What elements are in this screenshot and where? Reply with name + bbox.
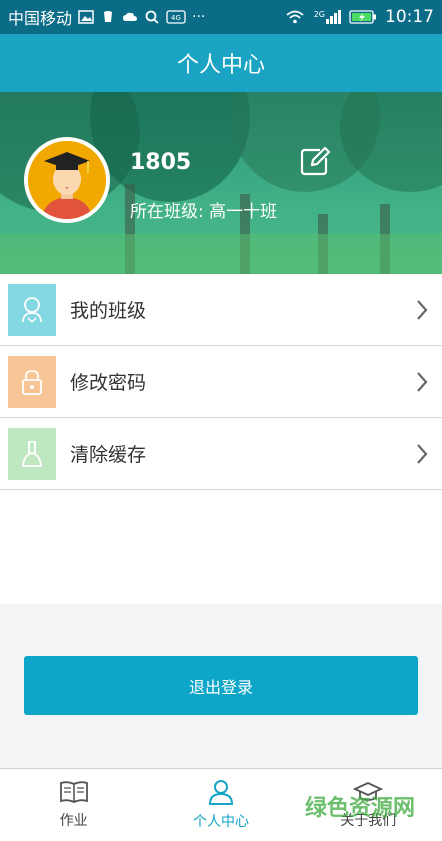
sim-card-icon: 4G [166, 10, 186, 24]
settings-menu: 我的班级 修改密码 清除缓存 [0, 274, 442, 490]
edit-profile-button[interactable] [298, 144, 332, 178]
brush-icon [8, 427, 56, 480]
class-icon [8, 283, 56, 336]
more-notifications-icon: ··· [192, 9, 206, 25]
grass [0, 234, 442, 274]
menu-item-label: 修改密码 [70, 372, 147, 394]
chevron-right-icon [402, 443, 442, 465]
person-icon [208, 780, 233, 805]
menu-item-label: 清除缓存 [70, 444, 147, 466]
app-notification-icon [104, 11, 113, 22]
book-icon [59, 781, 88, 803]
clock: 10:17 [385, 7, 434, 27]
carrier-label: 中国移动 [8, 9, 73, 28]
tab-label: 个人中心 [192, 814, 249, 830]
network-type-label: 2G [313, 10, 325, 19]
menu-item-my-class[interactable]: 我的班级 [0, 274, 442, 346]
blank-area [0, 490, 442, 604]
chevron-right-icon [402, 299, 442, 321]
status-bar: 中国移动 4G ··· 2G 10:17 [0, 0, 442, 34]
wifi-icon [286, 10, 304, 24]
menu-item-clear-cache[interactable]: 清除缓存 [0, 418, 442, 490]
title-bar: 个人中心 [0, 34, 442, 92]
watermark-logo: 绿色资源网 [305, 796, 416, 821]
username: 1805 [130, 150, 192, 175]
svg-text:4G: 4G [171, 14, 181, 22]
battery-icon [349, 10, 376, 24]
cloud-icon [123, 12, 138, 21]
lock-icon [8, 355, 56, 408]
chevron-right-icon [402, 371, 442, 393]
logout-button[interactable]: 退出登录 [24, 656, 418, 715]
image-icon [78, 10, 94, 24]
class-label: 所在班级: 高一十班 [130, 202, 278, 222]
logout-label: 退出登录 [188, 677, 253, 697]
search-icon [145, 10, 159, 24]
tab-homework[interactable]: 作业 [0, 769, 147, 841]
avatar[interactable] [24, 137, 110, 223]
avatar-image [28, 141, 106, 219]
edit-icon [300, 146, 331, 176]
menu-item-change-password[interactable]: 修改密码 [0, 346, 442, 418]
signal-icon: 2G [314, 10, 341, 24]
menu-item-label: 我的班级 [70, 300, 147, 322]
student-avatar-icon [28, 141, 106, 219]
profile-banner: 1805 所在班级: 高一十班 [0, 92, 442, 274]
tab-personal-center[interactable]: 个人中心 [147, 769, 294, 841]
tab-label: 作业 [59, 813, 88, 829]
page-title: 个人中心 [176, 53, 265, 78]
background-tree [340, 92, 442, 192]
